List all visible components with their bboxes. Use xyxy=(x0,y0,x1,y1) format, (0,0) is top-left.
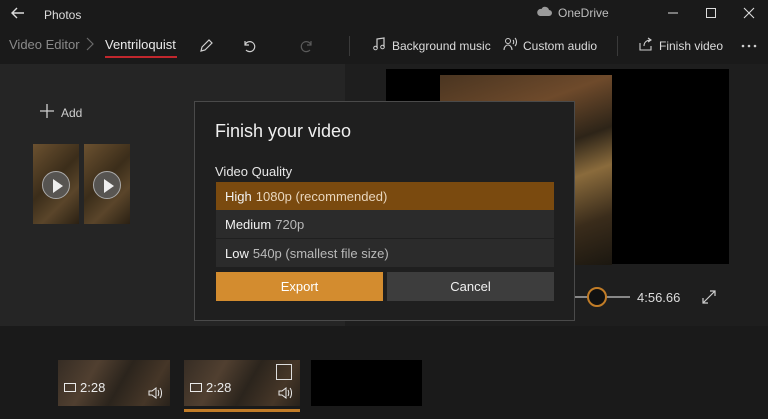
clip-video-icon xyxy=(190,380,202,395)
breadcrumb-underline xyxy=(105,56,177,58)
clip-duration: 2:28 xyxy=(190,380,231,395)
storyboard-clip[interactable]: 2:28 xyxy=(58,360,170,406)
onedrive-status[interactable]: OneDrive xyxy=(536,6,609,20)
quality-option-detail: 1080p (recommended) xyxy=(255,188,388,204)
cloud-icon xyxy=(536,6,552,20)
share-export-icon xyxy=(639,37,653,54)
speaker-volume-icon[interactable] xyxy=(278,386,292,399)
library-video-thumbnail[interactable] xyxy=(84,144,130,224)
back-arrow-icon[interactable] xyxy=(8,3,28,23)
add-media-button[interactable]: Add xyxy=(40,104,82,121)
custom-audio-button[interactable]: Custom audio xyxy=(503,37,597,54)
minimize-icon[interactable] xyxy=(658,2,688,24)
background-music-button[interactable]: Background music xyxy=(372,37,491,54)
command-divider xyxy=(617,36,618,56)
play-icon xyxy=(93,171,121,199)
clip-duration-text: 2:28 xyxy=(80,380,106,395)
redo-icon[interactable] xyxy=(295,34,319,58)
chevron-right-icon xyxy=(86,37,94,54)
finish-video-label: Finish video xyxy=(659,38,724,53)
storyboard-empty-slot[interactable] xyxy=(311,360,422,406)
maximize-icon[interactable] xyxy=(696,2,726,24)
finish-video-button[interactable]: Finish video xyxy=(639,37,723,54)
undo-icon[interactable] xyxy=(237,34,261,58)
add-label: Add xyxy=(61,105,83,120)
clip-selected-indicator xyxy=(184,409,300,412)
custom-audio-label: Custom audio xyxy=(523,38,598,53)
custom-audio-icon xyxy=(503,37,518,54)
title-bar: Photos OneDrive xyxy=(0,0,768,28)
quality-option-name: Low xyxy=(225,245,249,261)
music-note-icon xyxy=(372,37,386,54)
quality-option-name: Medium xyxy=(225,216,272,232)
command-bar: Video Editor Ventriloquist Background mu… xyxy=(0,28,768,64)
cancel-button[interactable]: Cancel xyxy=(387,272,554,301)
export-button[interactable]: Export xyxy=(216,272,383,301)
quality-option-detail: 540p (smallest file size) xyxy=(252,245,389,261)
dialog-title: Finish your video xyxy=(215,121,352,141)
background-music-label: Background music xyxy=(392,38,491,53)
fullscreen-expand-icon[interactable] xyxy=(700,288,718,306)
more-options-icon[interactable] xyxy=(737,34,761,58)
clip-duration: 2:28 xyxy=(64,380,105,395)
clip-video-icon xyxy=(64,380,76,395)
quality-option-medium[interactable]: Medium 720p xyxy=(216,210,554,238)
video-quality-label: Video Quality xyxy=(215,164,293,179)
onedrive-label: OneDrive xyxy=(558,6,609,20)
breadcrumb-video-editor[interactable]: Video Editor xyxy=(9,37,80,52)
library-video-thumbnail[interactable] xyxy=(33,144,79,224)
finish-video-dialog: Finish your video Video Quality High 108… xyxy=(194,101,575,321)
quality-option-detail: 720p xyxy=(275,216,305,232)
speaker-volume-icon[interactable] xyxy=(148,386,162,399)
breadcrumb-project-name[interactable]: Ventriloquist xyxy=(105,37,176,52)
play-icon xyxy=(42,171,70,199)
app-title: Photos xyxy=(44,8,82,22)
close-icon[interactable] xyxy=(734,2,764,24)
clip-select-checkbox[interactable] xyxy=(276,364,292,380)
quality-option-name: High xyxy=(225,188,252,204)
command-divider xyxy=(349,36,350,56)
quality-option-high[interactable]: High 1080p (recommended) xyxy=(216,182,554,210)
playback-scrubber-handle[interactable] xyxy=(587,287,607,307)
quality-option-low[interactable]: Low 540p (smallest file size) xyxy=(216,239,554,267)
playback-time: 4:56.66 xyxy=(637,290,681,305)
rename-pencil-icon[interactable] xyxy=(194,34,218,58)
plus-icon xyxy=(40,104,54,121)
storyboard-clip-selected[interactable]: 2:28 xyxy=(184,360,300,406)
clip-duration-text: 2:28 xyxy=(206,380,232,395)
